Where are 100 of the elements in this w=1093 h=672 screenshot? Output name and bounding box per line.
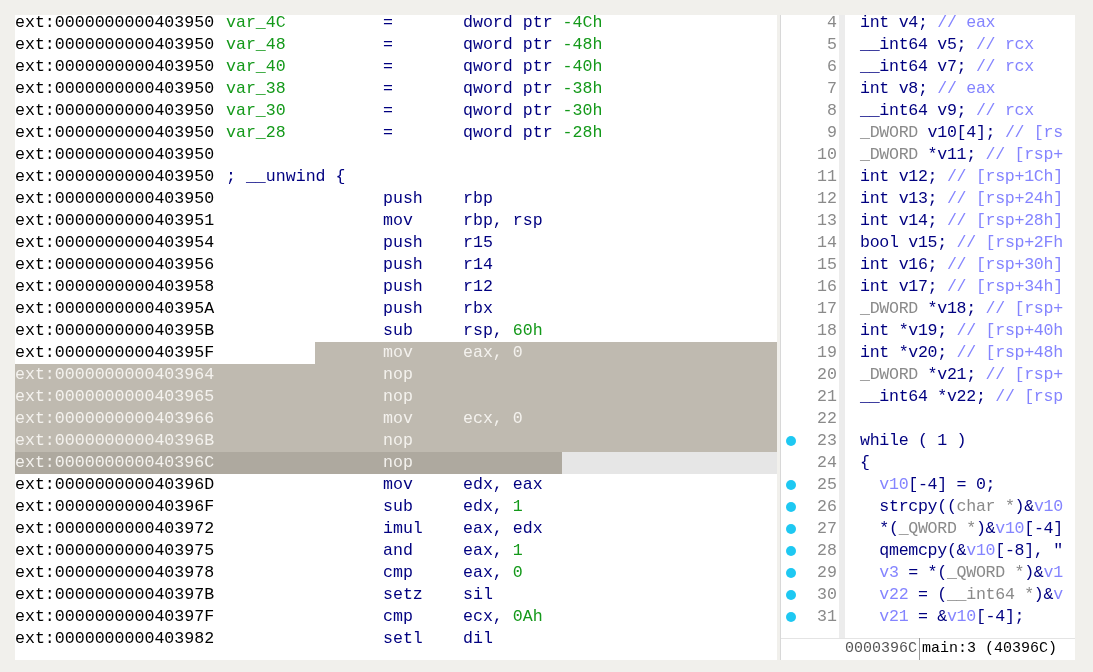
code-line: int v12; // [rsp+1Ch]: [860, 165, 1063, 188]
operands: sil: [463, 583, 493, 606]
line-number: 5: [826, 33, 838, 56]
mnemonic: push: [383, 253, 423, 276]
operands: dword ptr -4Ch: [463, 15, 603, 34]
operands: qword ptr -28h: [463, 121, 603, 144]
disassembly-line[interactable]: ext:0000000000403950 push rbp: [15, 188, 777, 210]
operands: eax, 0: [463, 561, 523, 584]
disassembly-line[interactable]: ext:0000000000403972 imul eax, edx: [15, 518, 777, 540]
mnemonic: cmp: [383, 605, 413, 628]
variable-name: var_28: [226, 121, 286, 144]
operands: ecx, 0: [463, 407, 523, 430]
mnemonic: mov: [383, 209, 413, 232]
line-number: 9: [826, 121, 838, 144]
operands: qword ptr -40h: [463, 55, 603, 78]
address: ext:0000000000403975: [15, 539, 216, 562]
code-line: bool v15; // [rsp+2Fh: [860, 231, 1063, 254]
status-offset: 0000396C: [845, 638, 920, 660]
disassembly-line[interactable]: ext:0000000000403950 var_30 = qword ptr -30h: [15, 100, 777, 122]
operands: rbp: [463, 187, 493, 210]
address: ext:0000000000403978: [15, 561, 216, 584]
address: ext:000000000040395F: [15, 341, 216, 364]
line-number: 30: [816, 583, 838, 606]
address: ext:000000000040397F: [15, 605, 216, 628]
operands: r14: [463, 253, 493, 276]
code-line: __int64 v7; // rcx: [860, 55, 1034, 78]
operands: edx, eax: [463, 473, 543, 496]
line-number: 21: [816, 385, 838, 408]
address: ext:0000000000403982: [15, 627, 216, 650]
disassembly-line[interactable]: ext:0000000000403978 cmp eax, 0: [15, 562, 777, 584]
address: ext:0000000000403964: [15, 363, 216, 386]
code-line: while ( 1 ): [860, 429, 967, 452]
line-number: 10: [816, 143, 838, 166]
disassembly-line[interactable]: ext:0000000000403950 var_38 = qword ptr -38h: [15, 78, 777, 100]
disassembly-line[interactable]: ext:0000000000403951 mov rbp, rsp: [15, 210, 777, 232]
variable-name: var_30: [226, 99, 286, 122]
disassembly-line[interactable]: ext:000000000040396D mov edx, eax: [15, 474, 777, 496]
code-line: v21 = &v10[-4];: [878, 605, 1025, 628]
mnemonic: cmp: [383, 561, 413, 584]
operands: rsp, 60h: [463, 319, 543, 342]
mnemonic: =: [383, 55, 393, 78]
address: ext:0000000000403950: [15, 187, 216, 210]
mnemonic: setz: [383, 583, 423, 606]
status-location: main:3 (40396C): [921, 639, 1058, 660]
mnemonic: =: [383, 77, 393, 100]
disassembly-line[interactable]: ext:000000000040395A push rbx: [15, 298, 777, 320]
disassembly-line[interactable]: ext:0000000000403950 ; __unwind {: [15, 166, 777, 188]
line-number: 22: [816, 407, 838, 430]
address: ext:0000000000403950: [15, 55, 216, 78]
disassembly-line[interactable]: ext:0000000000403975 and eax, 1: [15, 540, 777, 562]
code-line: v3 = *(_QWORD *)&v1: [878, 561, 1063, 584]
disassembly-line[interactable]: ext:000000000040397F cmp ecx, 0Ah: [15, 606, 777, 628]
operands: qword ptr -48h: [463, 33, 603, 56]
operands: edx, 1: [463, 495, 523, 518]
line-number: 13: [816, 209, 838, 232]
code-line: int v17; // [rsp+34h]: [860, 275, 1063, 298]
line-number: 23: [816, 429, 838, 452]
code-line: __int64 v9; // rcx: [860, 99, 1034, 122]
line-number: 7: [826, 77, 838, 100]
code-line: strcpy((char *)&v10: [878, 495, 1063, 518]
mnemonic: =: [383, 15, 393, 34]
disassembly-line[interactable]: ext:0000000000403950 var_48 = qword ptr -48h: [15, 34, 777, 56]
code-line: {: [860, 451, 870, 474]
disassembly-line[interactable]: ext:0000000000403958 push r12: [15, 276, 777, 298]
operands: qword ptr -38h: [463, 77, 603, 100]
line-number: 11: [816, 165, 838, 188]
disassembly-line[interactable]: ext:0000000000403950 var_28 = qword ptr -28h: [15, 122, 777, 144]
address: ext:0000000000403966: [15, 407, 216, 430]
disassembly-line[interactable]: ext:0000000000403982 setl dil: [15, 628, 777, 650]
disassembly-line[interactable]: ext:0000000000403950 var_40 = qword ptr -40h: [15, 56, 777, 78]
address: ext:0000000000403956: [15, 253, 216, 276]
address: ext:0000000000403950: [15, 121, 216, 144]
mnemonic: nop: [383, 385, 413, 408]
disassembly-line[interactable]: ext:0000000000403950: [15, 144, 777, 166]
operands: ecx, 0Ah: [463, 605, 543, 628]
line-number: 6: [826, 55, 838, 78]
operands: eax, 1: [463, 539, 523, 562]
mnemonic: imul: [383, 517, 423, 540]
line-number: 17: [816, 297, 838, 320]
code-line: int *v20; // [rsp+48h: [860, 341, 1063, 364]
line-number: 8: [826, 99, 838, 122]
variable-name: var_4C: [226, 15, 286, 34]
disassembly-line[interactable]: ext:000000000040397B setz sil: [15, 584, 777, 606]
disassembly-line[interactable]: ext:000000000040396F sub edx, 1: [15, 496, 777, 518]
line-number: 20: [816, 363, 838, 386]
line-number: 26: [816, 495, 838, 518]
code-line: _DWORD v10[4]; // [rs: [860, 121, 1063, 144]
code-line: __int64 *v22; // [rsp: [860, 385, 1063, 408]
disassembly-line[interactable]: ext:0000000000403956 push r14: [15, 254, 777, 276]
disassembly-line[interactable]: ext:0000000000403950 var_4C = dword ptr -4Ch: [15, 15, 777, 34]
mnemonic: =: [383, 121, 393, 144]
line-number: 4: [826, 15, 838, 34]
line-number: 18: [816, 319, 838, 342]
line-number: 31: [816, 605, 838, 628]
mnemonic: mov: [383, 341, 413, 364]
disassembly-line[interactable]: ext:000000000040395B sub rsp, 60h: [15, 320, 777, 342]
operands: r12: [463, 275, 493, 298]
address: ext:0000000000403965: [15, 385, 216, 408]
disassembly-line[interactable]: ext:0000000000403954 push r15: [15, 232, 777, 254]
code-line: *(_QWORD *)&v10[-4]: [878, 517, 1063, 540]
